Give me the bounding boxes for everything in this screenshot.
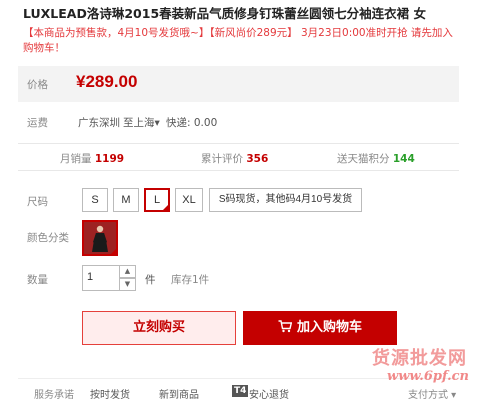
add-to-cart-label: 加入购物车 xyxy=(296,320,362,335)
size-option-s[interactable]: S xyxy=(82,188,108,212)
cart-icon xyxy=(278,320,292,333)
shipping-origin: 广东深圳 xyxy=(78,117,120,129)
size-option-note[interactable]: S码现货，其他码4月10号发货 xyxy=(209,188,362,212)
quantity-input[interactable]: 1 xyxy=(82,265,120,291)
price-label: 价格 xyxy=(27,79,48,91)
shipping-fee: 快递: 0.00 xyxy=(166,117,218,129)
quantity-label: 数量 xyxy=(27,274,48,286)
add-to-cart-button[interactable]: 加入购物车 xyxy=(243,311,397,345)
color-label: 颜色分类 xyxy=(27,232,69,244)
payment-method-dropdown[interactable]: 支付方式 ▾ xyxy=(408,386,456,400)
service-return: 安心退货 xyxy=(249,390,289,400)
size-option-l[interactable]: L xyxy=(144,188,170,212)
dress-thumbnail-icon xyxy=(84,222,116,254)
price-value: ¥289.00 xyxy=(76,72,138,91)
service-label: 服务承诺 xyxy=(34,390,74,400)
quantity-increase-button[interactable]: ▲ xyxy=(120,265,136,278)
promo-text: 【本商品为预售款，4月10号发货哦~】【新风尚价289元】 3月23日0:00准… xyxy=(23,27,453,54)
buy-now-button[interactable]: 立刻购买 xyxy=(82,311,236,345)
review-count[interactable]: 累计评价 356 xyxy=(201,151,268,166)
shipping-destination-select[interactable]: 至上海▾ xyxy=(123,115,160,130)
service-new-arrival: 新到商品 xyxy=(159,390,199,400)
size-label: 尺码 xyxy=(27,196,48,208)
quantity-decrease-button[interactable]: ▼ xyxy=(120,278,136,291)
shipping-label: 运费 xyxy=(27,117,48,129)
size-option-m[interactable]: M xyxy=(113,188,139,212)
size-option-xl[interactable]: XL xyxy=(175,188,203,212)
tmall-points: 送天猫积分 144 xyxy=(337,153,415,165)
t4-badge-icon: T4 xyxy=(232,385,249,397)
service-on-time: 按时发货 xyxy=(90,390,130,400)
color-swatch[interactable] xyxy=(82,220,118,256)
quantity-unit: 件 xyxy=(145,274,156,286)
product-title: LUXLEAD洛诗琳2015春装新品气质修身钉珠蕾丝圆领七分袖连衣裙 女 xyxy=(23,6,427,21)
service-footer: 服务承诺 按时发货 新到商品 T4 安心退货 支付方式 ▾ xyxy=(18,378,459,400)
watermark-site-name: 货源批发网 xyxy=(372,348,467,369)
price-panel: 价格 ¥289.00 xyxy=(18,66,459,102)
monthly-sales: 月销量 1199 xyxy=(60,153,125,165)
stats-bar: 月销量 1199 累计评价 356 送天猫积分 144 xyxy=(18,143,459,171)
stock-count: 库存1件 xyxy=(171,274,210,286)
